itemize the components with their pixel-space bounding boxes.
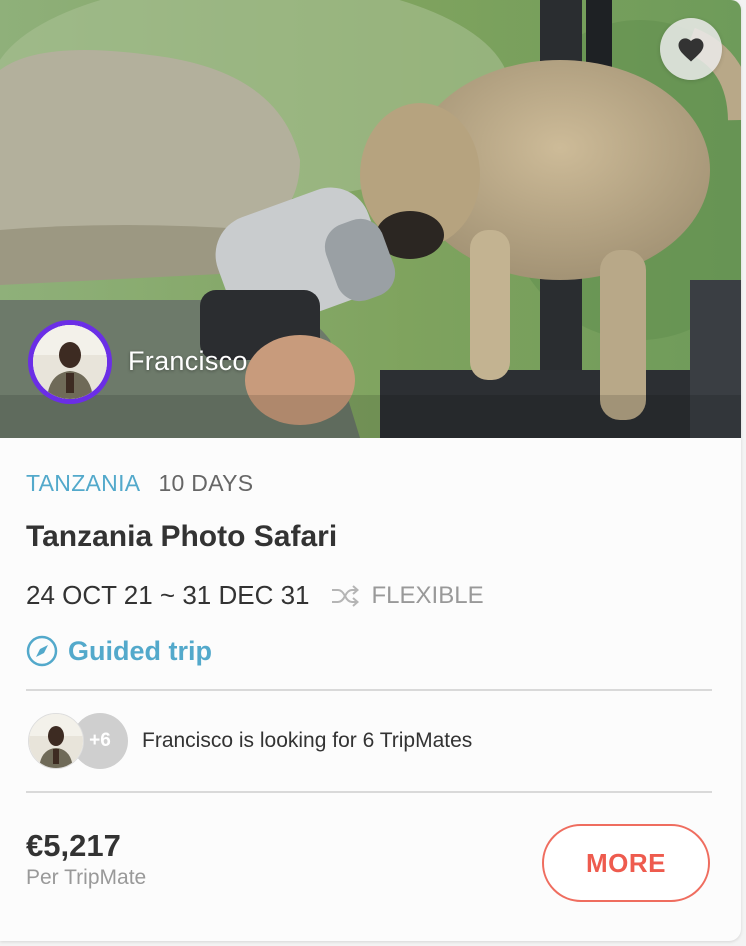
flexible-tag: FLEXIBLE	[330, 582, 484, 610]
host-portrait-image	[33, 325, 107, 399]
host-avatar[interactable]	[28, 320, 112, 404]
trip-title[interactable]: Tanzania Photo Safari	[26, 520, 337, 554]
divider	[26, 689, 712, 691]
trip-duration: 10 DAYS	[158, 470, 254, 496]
shuffle-icon	[331, 584, 359, 607]
trip-meta: TANZANIA 10 DAYS	[26, 470, 253, 497]
trip-type-label: Guided trip	[68, 635, 212, 666]
favorite-button[interactable]	[660, 18, 722, 80]
host-portrait-image	[29, 714, 83, 768]
trip-type: Guided trip	[26, 635, 212, 667]
tripmates-row[interactable]: +6 Francisco is looking for 6 TripMates	[28, 713, 472, 769]
trip-country[interactable]: TANZANIA	[26, 470, 140, 496]
compass-icon	[26, 635, 58, 667]
mates-text: Francisco is looking for 6 TripMates	[142, 729, 473, 752]
safari-photo-illustration	[0, 0, 741, 438]
price: €5,217	[26, 828, 121, 863]
trip-dates-row: 24 OCT 21 ~ 31 DEC 31 FLEXIBLE	[26, 580, 484, 611]
trip-card[interactable]: Francisco TANZANIA 10 DAYS Tanzania Photo…	[0, 0, 741, 941]
host-name: Francisco	[128, 346, 248, 376]
trip-photo[interactable]: Francisco	[0, 0, 741, 438]
heart-icon	[678, 38, 704, 62]
price-unit: Per TripMate	[26, 866, 147, 889]
flexible-label: FLEXIBLE	[371, 581, 484, 609]
more-button[interactable]: MORE	[542, 824, 710, 902]
divider	[26, 791, 712, 793]
mate-avatar	[28, 713, 84, 769]
trip-dates: 24 OCT 21 ~ 31 DEC 31	[26, 580, 310, 610]
